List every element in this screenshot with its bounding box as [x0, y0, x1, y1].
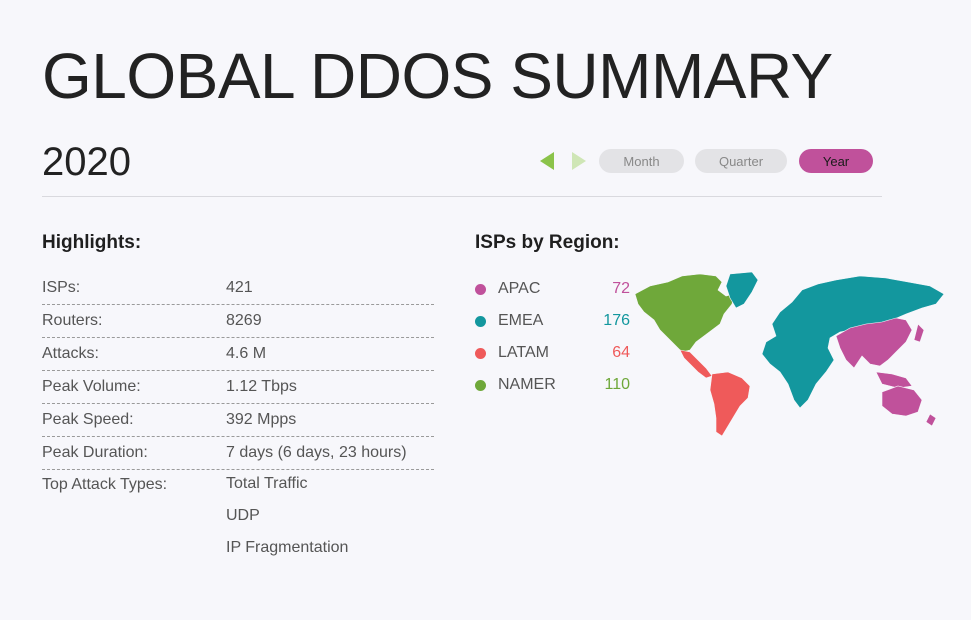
attack-type-item: Total Traffic [226, 475, 308, 492]
stat-row-peak-speed: Peak Speed: 392 Mpps [42, 404, 434, 437]
year-label: 2020 [42, 140, 131, 184]
region-row-namer: NAMER 110 [475, 369, 630, 401]
stat-label: Attacks: [42, 345, 99, 362]
stat-label: Top Attack Types: [42, 476, 168, 493]
next-arrow-icon[interactable] [572, 152, 586, 170]
map-australia[interactable] [881, 385, 923, 417]
header-divider [42, 196, 882, 197]
region-row-latam: LATAM 64 [475, 337, 630, 369]
region-name: APAC [498, 280, 541, 297]
region-row-apac: APAC 72 [475, 273, 630, 305]
stat-label: Peak Duration: [42, 444, 148, 461]
region-count: 72 [612, 280, 630, 297]
region-count: 110 [604, 376, 630, 393]
namer-dot-icon [475, 379, 486, 391]
regions-title: ISPs by Region: [475, 232, 620, 253]
stat-row-peak-volume: Peak Volume: 1.12 Tbps [42, 371, 434, 404]
map-region-latam[interactable] [709, 371, 751, 437]
highlights-table: ISPs: 421 Routers: 8269 Attacks: 4.6 M P… [42, 272, 434, 572]
latam-dot-icon [475, 347, 486, 359]
attack-types-list: Total Traffic UDP IP Fragmentation [226, 476, 434, 572]
stat-value: 392 Mpps [226, 411, 297, 428]
map-southeast-asia[interactable] [875, 371, 913, 389]
stat-label: Routers: [42, 312, 103, 329]
region-count: 176 [603, 312, 630, 329]
region-name: EMEA [498, 312, 544, 329]
region-name: LATAM [498, 344, 549, 361]
stat-value: 4.6 M [226, 345, 267, 362]
region-name: NAMER [498, 376, 556, 393]
regions-legend: APAC 72 EMEA 176 LATAM 64 NAMER 110 [475, 273, 630, 401]
world-map [634, 271, 945, 437]
stat-label: Peak Volume: [42, 378, 141, 395]
highlights-title: Highlights: [42, 232, 142, 253]
stat-row-isps: ISPs: 421 [42, 272, 434, 305]
region-count: 64 [612, 344, 630, 361]
emea-dot-icon [475, 315, 486, 327]
region-row-emea: EMEA 176 [475, 305, 630, 337]
stat-label: ISPs: [42, 279, 81, 296]
attack-type-item: IP Fragmentation [226, 539, 349, 556]
stat-row-peak-duration: Peak Duration: 7 days (6 days, 23 hours) [42, 437, 434, 470]
period-year-button[interactable]: Year [799, 149, 873, 173]
period-month-button[interactable]: Month [599, 149, 684, 173]
attack-type-item: UDP [226, 507, 260, 524]
map-japan[interactable] [913, 323, 925, 343]
page-title: GLOBAL DDOS SUMMARY [42, 40, 833, 112]
map-region-namer[interactable] [634, 273, 735, 353]
ddos-summary-page: GLOBAL DDOS SUMMARY 2020 Month Quarter Y… [0, 0, 971, 620]
stat-value: 8269 [226, 312, 262, 329]
previous-arrow-icon[interactable] [540, 152, 554, 170]
stat-row-attacks: Attacks: 4.6 M [42, 338, 434, 371]
period-quarter-button[interactable]: Quarter [695, 149, 787, 173]
stat-row-routers: Routers: 8269 [42, 305, 434, 338]
map-region-central-america[interactable] [679, 349, 713, 379]
apac-dot-icon [475, 283, 486, 295]
stat-value: 421 [226, 279, 253, 296]
period-nav: Month Quarter Year [538, 149, 873, 173]
stat-value: 7 days (6 days, 23 hours) [226, 444, 407, 461]
stat-value: 1.12 Tbps [226, 378, 297, 395]
map-new-zealand[interactable] [925, 413, 937, 427]
stat-row-top-attack-types: Top Attack Types: Total Traffic UDP IP F… [42, 470, 434, 572]
stat-label: Peak Speed: [42, 411, 134, 428]
